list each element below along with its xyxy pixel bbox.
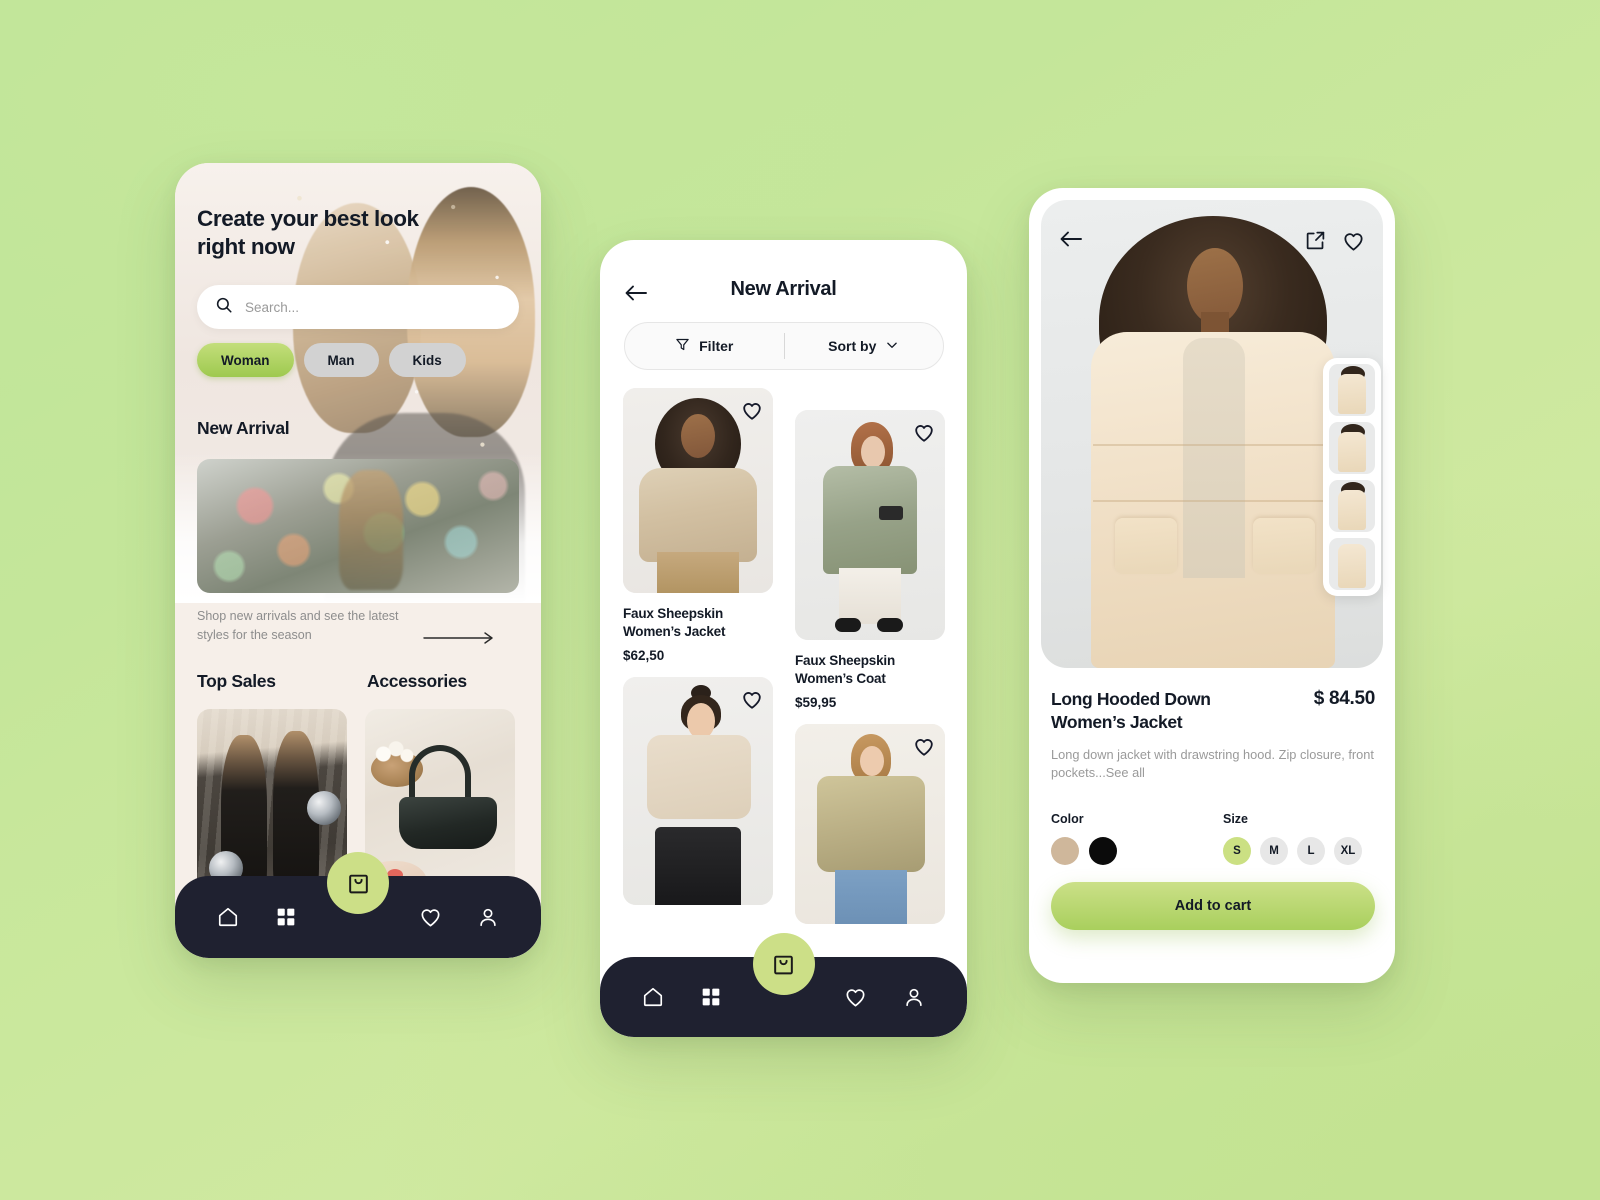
size-xl[interactable]: XL <box>1334 836 1362 865</box>
color-label: Color <box>1051 811 1084 826</box>
heart-icon[interactable] <box>1342 230 1365 258</box>
sort-label: Sort by <box>828 338 877 354</box>
jacket-seam <box>1093 500 1333 502</box>
category-chips: Woman Man Kids <box>197 343 466 377</box>
arrow-right-icon[interactable] <box>423 631 495 650</box>
nav-home[interactable] <box>211 900 245 934</box>
search-placeholder: Search... <box>245 299 300 315</box>
heart-icon[interactable] <box>913 422 935 449</box>
bottom-navigation <box>600 933 967 1037</box>
chevron-down-icon <box>885 338 899 355</box>
filter-button[interactable]: Filter <box>625 323 784 369</box>
product-image <box>623 388 773 593</box>
nav-categories[interactable] <box>269 900 303 934</box>
product-card[interactable]: Faux Sheepskin Women’s Coat $59,95 <box>795 410 945 710</box>
product-card[interactable]: Faux Sheepskin Women’s Jacket $62,50 <box>623 388 773 663</box>
nav-categories[interactable] <box>694 980 728 1014</box>
product-image <box>795 724 945 925</box>
page-title: New Arrival <box>730 278 837 300</box>
thumbnail-strip <box>1323 358 1381 596</box>
phone-listing-screen: New Arrival Filter Sort by Faux Sheepski… <box>600 240 967 1037</box>
new-arrival-heading: New Arrival <box>197 418 290 438</box>
new-arrival-banner[interactable] <box>197 459 519 593</box>
handbag <box>399 797 497 849</box>
product-price: $ 84.50 <box>1313 688 1376 709</box>
product-options: Color Size S M L XL <box>1051 812 1375 865</box>
nav-cart-button[interactable] <box>327 852 389 914</box>
accessories-heading: Accessories <box>367 671 467 691</box>
bottom-navigation <box>175 852 541 958</box>
hero-title: Create your best look right now <box>197 206 419 260</box>
inner-top <box>1183 338 1245 578</box>
heart-icon[interactable] <box>913 736 935 763</box>
thumbnail-1[interactable] <box>1329 364 1375 416</box>
share-external-icon[interactable] <box>1305 230 1326 258</box>
banner-caption: Shop new arrivals and see the latest sty… <box>197 609 399 642</box>
product-info: Long Hooded Down Women’s Jacket $ 84.50 … <box>1051 688 1375 865</box>
phone-product-detail-screen: Long Hooded Down Women’s Jacket $ 84.50 … <box>1029 188 1395 983</box>
search-icon <box>215 296 233 319</box>
nav-profile[interactable] <box>897 980 931 1014</box>
search-input[interactable]: Search... <box>197 285 519 329</box>
nav-favorites[interactable] <box>413 900 447 934</box>
sort-button[interactable]: Sort by <box>785 323 944 369</box>
back-button[interactable] <box>1059 230 1083 258</box>
color-swatch-black[interactable] <box>1089 836 1117 865</box>
banner-model <box>338 469 403 590</box>
nav-favorites[interactable] <box>839 980 873 1014</box>
product-card[interactable] <box>623 677 773 906</box>
product-name: Faux Sheepskin Women’s Jacket <box>623 606 726 640</box>
product-description: Long down jacket with drawstring hood. Z… <box>1051 746 1374 780</box>
size-option-group: Size S M L XL <box>1223 812 1362 865</box>
bag-strap <box>409 745 471 805</box>
product-price: $62,50 <box>623 648 665 664</box>
disco-ball-1 <box>307 791 341 825</box>
funnel-icon <box>675 337 690 355</box>
chip-kids[interactable]: Kids <box>388 343 466 377</box>
top-sales-heading: Top Sales <box>197 671 276 691</box>
heart-icon[interactable] <box>741 400 763 427</box>
product-column-right: Faux Sheepskin Women’s Coat $59,95 <box>795 410 945 938</box>
add-to-cart-button[interactable]: Add to cart <box>1051 882 1375 930</box>
detail-top-bar <box>1029 230 1395 258</box>
accessories-card[interactable] <box>365 709 515 899</box>
size-m[interactable]: M <box>1260 836 1288 865</box>
jacket-pocket <box>1253 518 1315 574</box>
jacket-pocket <box>1115 518 1177 574</box>
product-image <box>795 410 945 640</box>
top-sales-card[interactable] <box>197 709 347 899</box>
product-name: Faux Sheepskin Women’s Coat <box>795 653 895 687</box>
filter-label: Filter <box>699 338 734 354</box>
thumbnail-3[interactable] <box>1329 480 1375 532</box>
filter-sort-bar: Filter Sort by <box>624 322 944 370</box>
chip-man[interactable]: Man <box>303 343 379 377</box>
size-label: Size <box>1223 811 1249 826</box>
product-card[interactable] <box>795 724 945 925</box>
chip-woman[interactable]: Woman <box>197 343 294 377</box>
product-title: Long Hooded Down Women’s Jacket <box>1051 689 1211 732</box>
jacket-seam <box>1093 444 1333 446</box>
color-swatch-beige[interactable] <box>1051 836 1079 865</box>
thumbnail-2[interactable] <box>1329 422 1375 474</box>
phone-home-screen: Create your best look right now Search..… <box>175 163 541 958</box>
heart-icon[interactable] <box>741 689 763 716</box>
size-l[interactable]: L <box>1297 836 1325 865</box>
product-column-left: Faux Sheepskin Women’s Jacket $62,50 <box>623 388 773 919</box>
size-s[interactable]: S <box>1223 836 1251 865</box>
nav-home[interactable] <box>636 980 670 1014</box>
thumbnail-4[interactable] <box>1329 538 1375 590</box>
product-image <box>623 677 773 906</box>
color-option-group: Color <box>1051 812 1223 865</box>
nav-profile[interactable] <box>471 900 505 934</box>
nav-cart-button[interactable] <box>752 933 815 995</box>
product-price: $59,95 <box>795 695 837 711</box>
